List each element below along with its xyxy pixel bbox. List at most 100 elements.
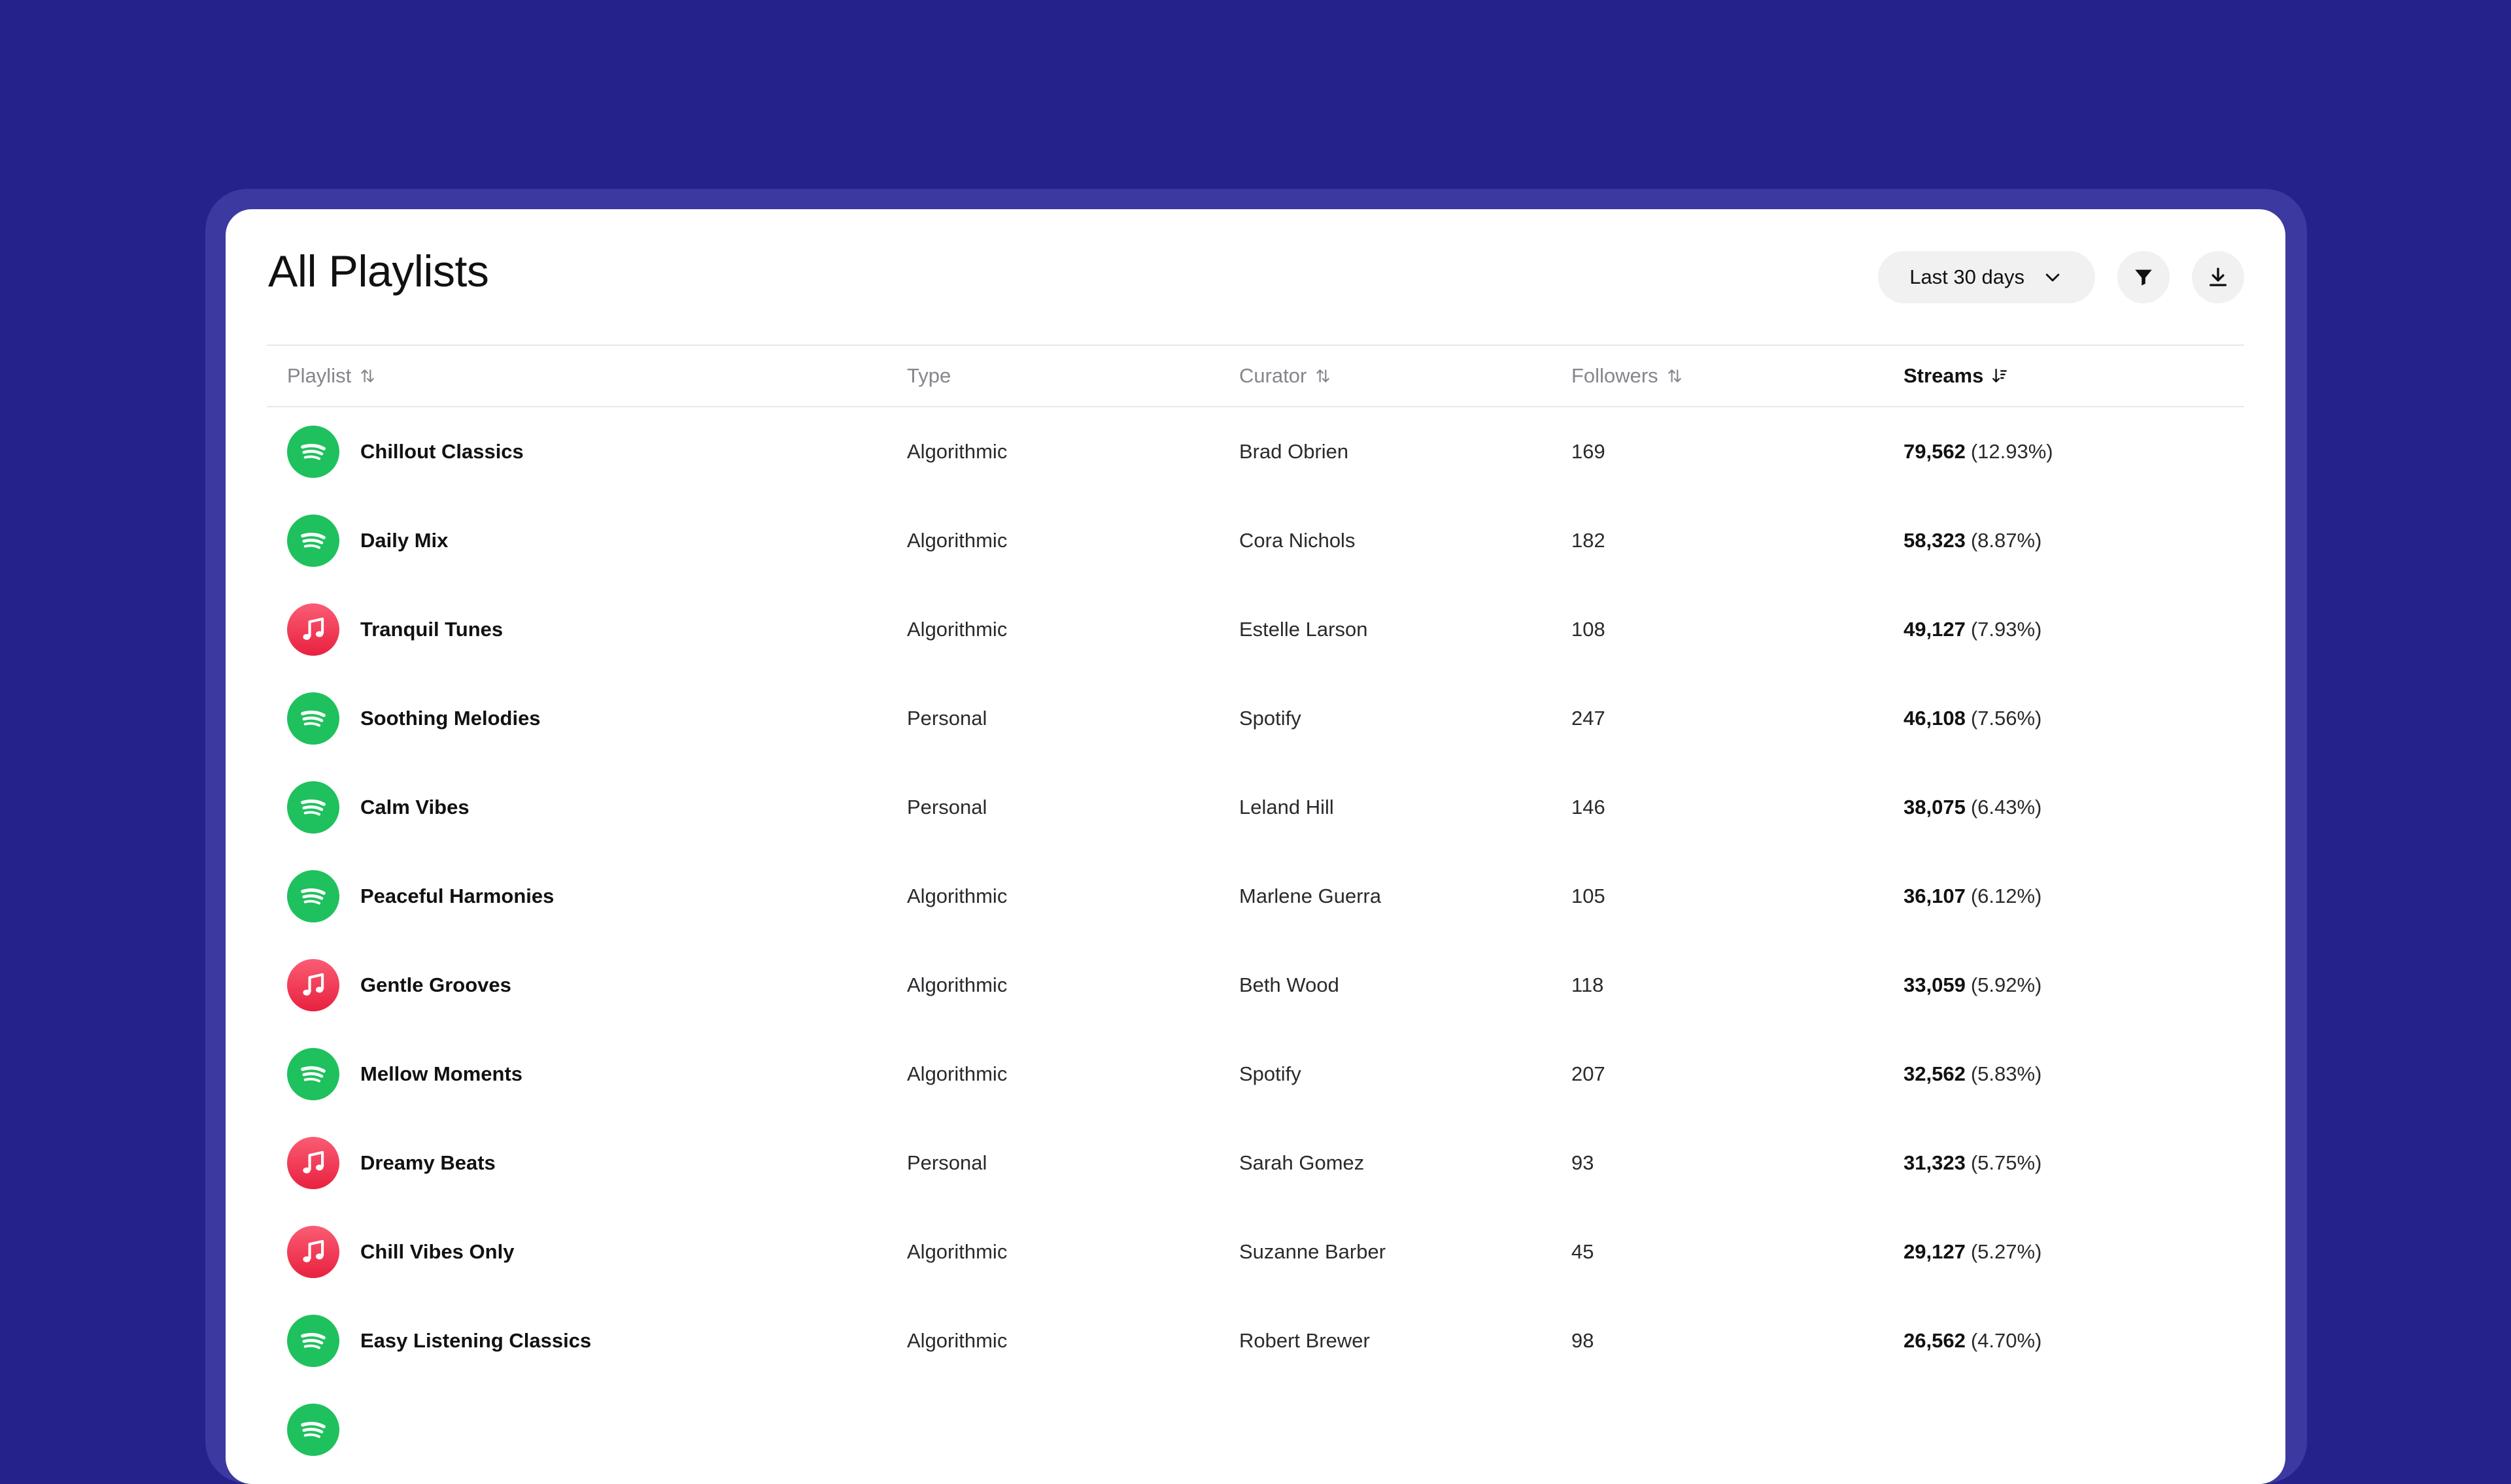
download-icon: [2209, 267, 2227, 286]
playlist-followers: 182: [1571, 529, 1605, 552]
streams-share: (5.92%): [1970, 973, 2042, 996]
playlist-type: Algorithmic: [907, 1062, 1008, 1085]
spotify-icon: [301, 532, 326, 549]
playlist-streams: 36,107 (6.12%): [1904, 852, 2041, 941]
streams-value: 49,127: [1904, 618, 1966, 641]
download-button[interactable]: [2192, 251, 2244, 303]
streams-share: (6.12%): [1970, 885, 2042, 907]
table-row[interactable]: Peaceful Harmonies Algorithmic Marlene G…: [267, 852, 2244, 941]
streams-share: (5.83%): [1970, 1062, 2042, 1085]
playlist-streams: 79,562 (12.93%): [1904, 407, 2053, 496]
playlist-name: Chillout Classics: [360, 440, 524, 463]
playlist-type: Personal: [907, 796, 987, 818]
playlist-name: Dreamy Beats: [360, 1151, 496, 1174]
spotify-icon: [301, 710, 326, 727]
apple-music-icon: [303, 1151, 324, 1173]
playlist-streams: 26,562 (4.70%): [1904, 1296, 2041, 1385]
table-row[interactable]: Mellow Moments Algorithmic Spotify 207 3…: [267, 1030, 2244, 1119]
streams-share: (4.70%): [1970, 1329, 2042, 1352]
streams-share: (7.56%): [1970, 707, 2042, 730]
table-row[interactable]: Chillout Classics Algorithmic Brad Obrie…: [267, 407, 2244, 496]
streams-value: 46,108: [1904, 707, 1966, 730]
column-header-playlist[interactable]: Playlist: [287, 346, 376, 406]
table-row[interactable]: Dreamy Beats Personal Sarah Gomez 93 31,…: [267, 1119, 2244, 1207]
streams-value: 36,107: [1904, 885, 1966, 907]
platform-logo: [287, 692, 339, 745]
streams-value: 38,075: [1904, 796, 1966, 818]
playlist-cell: Chillout Classics: [287, 407, 524, 496]
table-row[interactable]: Easy Listening Classics Algorithmic Robe…: [267, 1296, 2244, 1385]
playlist-curator: Estelle Larson: [1239, 618, 1368, 641]
playlist-type: Algorithmic: [907, 618, 1008, 641]
playlist-name: Tranquil Tunes: [360, 618, 504, 641]
filter-button[interactable]: [2117, 251, 2170, 303]
platform-logo: [287, 959, 339, 1011]
playlist-curator: Brad Obrien: [1239, 440, 1349, 463]
table-row[interactable]: [267, 1385, 2244, 1474]
platform-logo: [287, 1048, 339, 1100]
table-row[interactable]: Soothing Melodies Personal Spotify 247 4…: [267, 674, 2244, 763]
playlist-followers: 108: [1571, 618, 1605, 641]
playlist-curator: Robert Brewer: [1239, 1329, 1370, 1352]
streams-value: 33,059: [1904, 973, 1966, 996]
playlist-streams: [1904, 1385, 1909, 1474]
platform-logo: [287, 1315, 339, 1367]
playlist-type: Algorithmic: [907, 973, 1008, 996]
spotify-icon: [301, 1066, 326, 1083]
playlist-type: Algorithmic: [907, 885, 1008, 907]
column-header-type: Type: [907, 364, 951, 387]
playlist-name: Easy Listening Classics: [360, 1329, 592, 1352]
playlist-cell: Chill Vibes Only: [287, 1207, 514, 1296]
playlist-type: Personal: [907, 1151, 987, 1174]
playlist-followers: 98: [1571, 1329, 1594, 1352]
playlist-name: Chill Vibes Only: [360, 1240, 515, 1263]
playlist-curator: Marlene Guerra: [1239, 885, 1382, 907]
platform-logo: [287, 781, 339, 834]
playlist-streams: 29,127 (5.27%): [1904, 1207, 2041, 1296]
chevron-down-icon: [2045, 273, 2060, 282]
playlist-cell: [287, 1385, 360, 1474]
streams-value: 32,562: [1904, 1062, 1966, 1085]
playlist-name: Gentle Grooves: [360, 973, 511, 996]
playlist-followers: 93: [1571, 1151, 1594, 1174]
playlist-followers: 207: [1571, 1062, 1605, 1085]
date-range-dropdown[interactable]: Last 30 days: [1878, 251, 2095, 303]
page-title: All Playlists: [268, 246, 489, 296]
streams-value: 26,562: [1904, 1329, 1966, 1352]
table-body: Chillout Classics Algorithmic Brad Obrie…: [267, 407, 2244, 1474]
streams-share: (8.87%): [1970, 529, 2042, 552]
apple-music-icon: [303, 973, 324, 996]
playlist-streams: 32,562 (5.83%): [1904, 1030, 2041, 1119]
filter-icon: [2135, 269, 2152, 286]
table-row[interactable]: Daily Mix Algorithmic Cora Nichols 182 5…: [267, 496, 2244, 585]
playlist-streams: 31,323 (5.75%): [1904, 1119, 2041, 1207]
playlist-cell: Daily Mix: [287, 496, 448, 585]
playlist-cell: Peaceful Harmonies: [287, 852, 554, 941]
playlist-curator: Beth Wood: [1239, 973, 1339, 996]
playlist-name: Mellow Moments: [360, 1062, 523, 1085]
playlist-followers: 169: [1571, 440, 1605, 463]
playlist-name: Peaceful Harmonies: [360, 885, 555, 907]
platform-logo: [287, 870, 339, 922]
playlist-streams: 46,108 (7.56%): [1904, 674, 2041, 763]
table-row[interactable]: Calm Vibes Personal Leland Hill 146 38,0…: [267, 763, 2244, 852]
playlist-cell: Calm Vibes: [287, 763, 470, 852]
apple-music-icon: [303, 1239, 324, 1262]
playlist-type: Algorithmic: [907, 1329, 1008, 1352]
column-header-streams[interactable]: Streams: [1904, 346, 2008, 406]
column-header-followers[interactable]: Followers: [1571, 346, 1683, 406]
spotify-icon: [301, 1332, 326, 1349]
column-header-curator[interactable]: Curator: [1239, 346, 1331, 406]
playlist-cell: Dreamy Beats: [287, 1119, 496, 1207]
table-row[interactable]: Tranquil Tunes Algorithmic Estelle Larso…: [267, 585, 2244, 674]
table-row[interactable]: Chill Vibes Only Algorithmic Suzanne Bar…: [267, 1207, 2244, 1296]
platform-logo: [287, 603, 339, 656]
playlist-streams: 58,323 (8.87%): [1904, 496, 2041, 585]
table-row[interactable]: Gentle Grooves Algorithmic Beth Wood 118…: [267, 941, 2244, 1030]
playlist-name: Soothing Melodies: [360, 707, 541, 730]
playlist-curator: Cora Nichols: [1239, 529, 1356, 552]
playlist-name: Daily Mix: [360, 529, 449, 552]
playlist-curator: Spotify: [1239, 707, 1301, 730]
streams-value: 31,323: [1904, 1151, 1966, 1174]
playlist-cell: Easy Listening Classics: [287, 1296, 591, 1385]
